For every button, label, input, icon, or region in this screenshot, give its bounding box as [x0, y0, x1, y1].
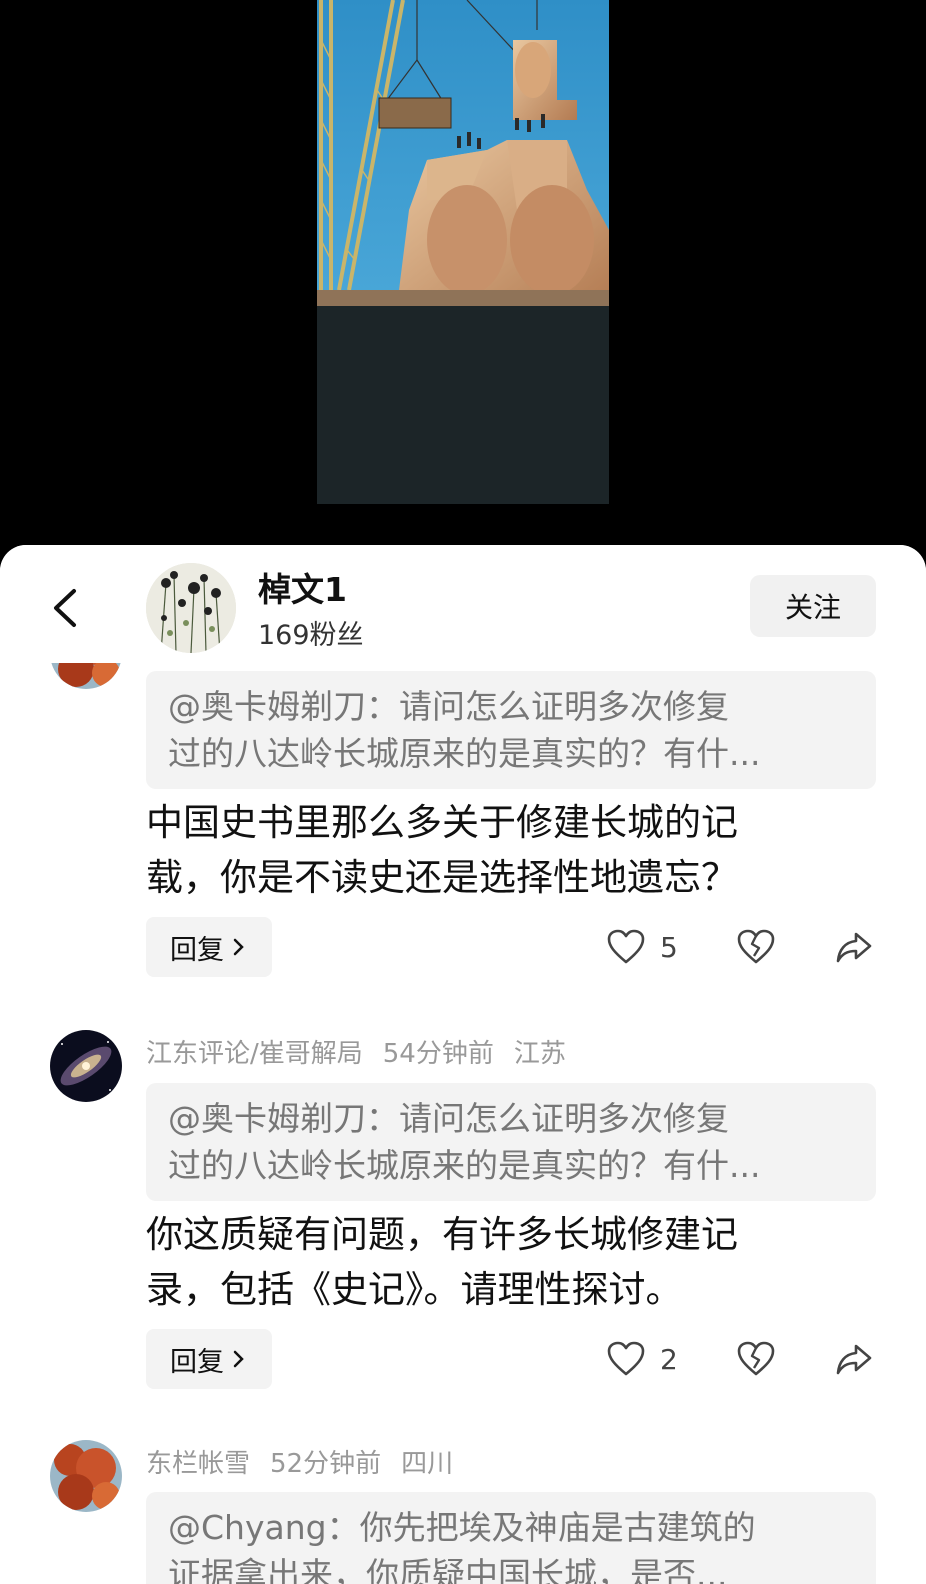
like-count: 2: [660, 1342, 678, 1376]
username[interactable]: 东栏帐雪: [146, 1449, 250, 1479]
location: 四川: [401, 1449, 454, 1479]
author-name[interactable]: 棹文1: [258, 563, 347, 611]
reply-label: 回复: [170, 1346, 224, 1378]
comment-sheet: 棹文1 169粉丝 关注 @奥卡姆剃刀：请问怎么证明多次修复 过的八达岭长城原来…: [0, 545, 926, 1584]
quote-line: @奥卡姆剃刀：请问怎么证明多次修复: [168, 1099, 729, 1138]
temple-photo: [317, 0, 609, 306]
dislike-button[interactable]: [736, 928, 776, 966]
quoted-comment[interactable]: @Chyang：你先把埃及神庙是古建筑的 证据拿出来，你质疑中国长城，是否...: [146, 1492, 876, 1584]
comment-line: 中国史书里那么多关于修建长城的记: [146, 801, 738, 844]
video-area[interactable]: [0, 0, 926, 550]
flowers-avatar-icon: [146, 563, 236, 653]
chevron-right-icon: [233, 1350, 244, 1368]
galaxy-avatar-icon: [50, 1030, 122, 1102]
comment-line: 录，包括《史记》。请理性探讨。: [146, 1268, 683, 1311]
quote-line: 过的八达岭长城原来的是真实的？有什...: [168, 734, 761, 773]
heart-icon: [607, 929, 645, 964]
author-avatar[interactable]: [146, 563, 236, 653]
reply-button[interactable]: 回复: [146, 917, 272, 977]
comment-line: 你这质疑有问题，有许多长城修建记: [146, 1213, 738, 1256]
comment-avatar[interactable]: [50, 1030, 122, 1102]
comment-text[interactable]: 你这质疑有问题，有许多长城修建记 录，包括《史记》。请理性探讨。: [146, 1207, 866, 1317]
share-icon: [836, 932, 872, 963]
username[interactable]: 江东评论/崔哥解局: [146, 1039, 363, 1069]
heart-icon: [607, 1341, 645, 1376]
like-button[interactable]: 2: [606, 1340, 678, 1378]
share-button[interactable]: [834, 928, 874, 966]
location: 江苏: [513, 1039, 566, 1069]
follow-button[interactable]: 关注: [750, 575, 876, 637]
like-count: 5: [660, 930, 678, 964]
quote-line: @Chyang：你先把埃及神庙是古建筑的: [168, 1508, 756, 1547]
back-button[interactable]: [46, 583, 86, 633]
dislike-button[interactable]: [736, 1340, 776, 1378]
autumn-leaves-avatar-icon: [50, 1440, 122, 1512]
broken-heart-icon: [737, 929, 775, 964]
share-icon: [836, 1344, 872, 1375]
comment-avatar[interactable]: [50, 1440, 122, 1512]
broken-heart-icon: [737, 1341, 775, 1376]
comment-meta: 东栏帐雪 52分钟前 四川: [146, 1443, 473, 1480]
timestamp: 52分钟前: [270, 1449, 382, 1479]
sheet-header: 棹文1 169粉丝 关注: [0, 545, 926, 663]
comment-text[interactable]: 中国史书里那么多关于修建长城的记 载，你是不读史还是选择性地遗忘？: [146, 795, 866, 905]
chevron-right-icon: [233, 938, 244, 956]
comment-meta: 江东评论/崔哥解局 54分钟前 江苏: [146, 1033, 586, 1070]
share-button[interactable]: [834, 1340, 874, 1378]
timestamp: 54分钟前: [382, 1039, 494, 1069]
author-fans-count: 169粉丝: [258, 620, 364, 651]
reply-button[interactable]: 回复: [146, 1329, 272, 1389]
like-button[interactable]: 5: [606, 928, 678, 966]
chevron-left-icon: [54, 589, 76, 627]
video-frame[interactable]: [317, 0, 609, 504]
comment-line: 载，你是不读史还是选择性地遗忘？: [146, 856, 738, 899]
reply-label: 回复: [170, 934, 224, 966]
quote-line: 过的八达岭长城原来的是真实的？有什...: [168, 1146, 761, 1185]
quote-line: 证据拿出来，你质疑中国长城，是否...: [168, 1555, 728, 1584]
quoted-comment[interactable]: @奥卡姆剃刀：请问怎么证明多次修复 过的八达岭长城原来的是真实的？有什...: [146, 1083, 876, 1201]
quoted-comment[interactable]: @奥卡姆剃刀：请问怎么证明多次修复 过的八达岭长城原来的是真实的？有什...: [146, 671, 876, 789]
quote-line: @奥卡姆剃刀：请问怎么证明多次修复: [168, 687, 729, 726]
